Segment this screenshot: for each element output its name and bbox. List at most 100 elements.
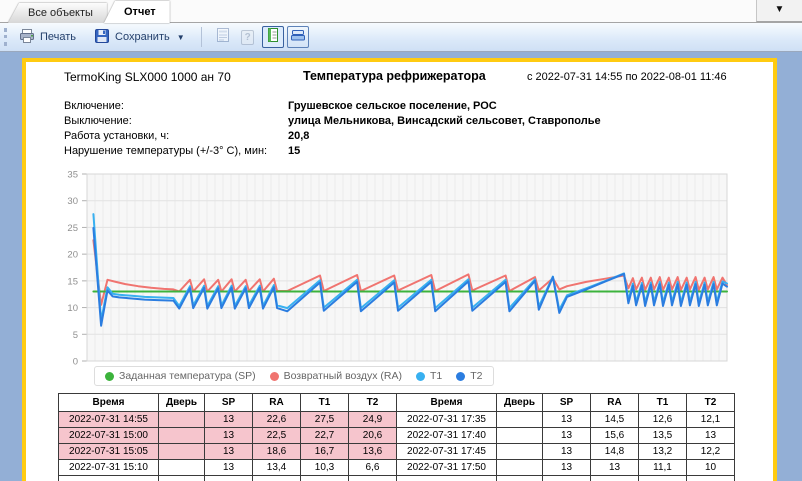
info-row-on: Включение:Грушевское сельское поселение,… (64, 100, 497, 112)
table-cell: 24,9 (349, 412, 397, 428)
stacked-pages-icon (290, 27, 306, 48)
legend-item: Возвратный воздух (RA) (270, 370, 402, 382)
table-header-cell: SP (205, 394, 253, 412)
table-cell (301, 476, 349, 481)
table-cell: 15,6 (591, 428, 639, 444)
report-settings-button[interactable] (212, 26, 234, 48)
tab-all-objects-label: Все объекты (8, 3, 107, 23)
table-cell: 12,2 (687, 444, 735, 460)
y-axis-tick-label: 5 (73, 330, 78, 341)
table-header-cell: RA (253, 394, 301, 412)
table-cell: 2022-07-31 17:40 (397, 428, 497, 444)
table-header-cell: RA (591, 394, 639, 412)
table-row: 2022-07-31 15:101313,410,36,62022-07-31 … (59, 460, 735, 476)
info-label: Работа установки, ч: (64, 130, 288, 142)
table-cell: 13 (543, 460, 591, 476)
help-button[interactable]: ? (237, 26, 259, 48)
legend-label: Заданная температура (SP) (119, 370, 256, 382)
table-row: 2022-07-31 14:551322,627,524,92022-07-31… (59, 412, 735, 428)
legend-item: T2 (456, 370, 482, 382)
tab-report[interactable]: Отчет (104, 1, 170, 23)
tab-report-label: Отчет (104, 1, 170, 23)
table-cell: 13 (205, 412, 253, 428)
legend-label: Возвратный воздух (RA) (284, 370, 402, 382)
table-cell: 2022-07-31 15:00 (59, 428, 159, 444)
chart-legend: Заданная температура (SP) Возвратный возд… (94, 366, 494, 386)
table-cell: 12,6 (639, 412, 687, 428)
printer-icon (19, 28, 35, 47)
table-row: 2022-07-31 15:001322,522,720,62022-07-31… (59, 428, 735, 444)
table-row (59, 476, 735, 481)
table-cell (253, 476, 301, 481)
y-axis-tick-label: 30 (67, 196, 78, 207)
device-name: TermoKing SLX000 1000 ан 70 (64, 70, 231, 84)
table-cell: 10 (687, 460, 735, 476)
tab-overflow-button[interactable]: ▼ (756, 0, 802, 22)
info-row-worktime: Работа установки, ч:20,8 (64, 130, 309, 142)
table-header-cell: SP (543, 394, 591, 412)
table-cell: 13 (591, 460, 639, 476)
table-cell (205, 476, 253, 481)
info-value: 15 (288, 145, 300, 157)
table-cell: 13 (543, 428, 591, 444)
table-cell: 13 (543, 412, 591, 428)
table-cell (397, 476, 497, 481)
info-value: улица Мельникова, Винсадский сельсовет, … (288, 115, 601, 127)
table-cell: 22,7 (301, 428, 349, 444)
table-cell (159, 444, 205, 460)
y-axis-tick-label: 10 (67, 303, 78, 314)
table-cell: 16,7 (301, 444, 349, 460)
table-cell (159, 412, 205, 428)
form-icon (215, 27, 231, 48)
save-button[interactable]: Сохранить ▼ (88, 25, 191, 50)
table-cell (159, 428, 205, 444)
table-cell (349, 476, 397, 481)
save-button-label: Сохранить (115, 31, 170, 43)
table-cell: 22,6 (253, 412, 301, 428)
legend-item: Заданная температура (SP) (105, 370, 256, 382)
table-header-cell: T2 (687, 394, 735, 412)
info-value: Грушевское сельское поселение, РОС (288, 100, 497, 112)
save-floppy-icon (94, 28, 110, 47)
y-axis-tick-label: 15 (67, 276, 78, 287)
table-cell: 2022-07-31 17:45 (397, 444, 497, 460)
table-cell (591, 476, 639, 481)
table-cell: 13 (543, 444, 591, 460)
report-table: ВремяДверьSPRAT1T2ВремяДверьSPRAT1T2 202… (58, 393, 735, 481)
toolbar: Печать Сохранить ▼ (0, 23, 802, 52)
table-cell: 20,6 (349, 428, 397, 444)
y-axis-tick-label: 25 (67, 223, 78, 234)
table-header-cell: Дверь (497, 394, 543, 412)
table-cell: 11,1 (639, 460, 687, 476)
report-page: TermoKing SLX000 1000 ан 70 Температура … (22, 58, 777, 481)
table-cell (543, 476, 591, 481)
table-cell: 27,5 (301, 412, 349, 428)
table-header-cell: Время (397, 394, 497, 412)
info-row-violation: Нарушение температуры (+/-3° С), мин:15 (64, 145, 300, 157)
table-header-cell: Время (59, 394, 159, 412)
table-cell: 2022-07-31 17:35 (397, 412, 497, 428)
save-dropdown-arrow[interactable]: ▼ (177, 33, 185, 42)
table-cell: 6,6 (349, 460, 397, 476)
table-header-cell: Дверь (159, 394, 205, 412)
table-cell: 13,2 (639, 444, 687, 460)
chevron-down-icon: ▼ (775, 4, 785, 15)
table-cell: 2022-07-31 15:05 (59, 444, 159, 460)
info-label: Нарушение температуры (+/-3° С), мин: (64, 145, 288, 157)
green-document-icon (265, 27, 281, 48)
table-cell: 12,1 (687, 412, 735, 428)
table-cell: 13 (687, 428, 735, 444)
table-cell: 10,3 (301, 460, 349, 476)
tab-all-objects[interactable]: Все объекты (8, 3, 107, 23)
page-title: Температура рефрижератора (303, 69, 486, 83)
table-cell: 13 (205, 460, 253, 476)
toolbar-separator (201, 27, 202, 47)
table-cell (639, 476, 687, 481)
toolbar-grip-handle[interactable] (4, 28, 7, 46)
table-cell: 2022-07-31 14:55 (59, 412, 159, 428)
portrait-view-toggle[interactable] (262, 26, 284, 48)
legend-label: T2 (470, 370, 482, 382)
table-cell: 13,6 (349, 444, 397, 460)
print-button[interactable]: Печать (13, 25, 82, 50)
landscape-view-toggle[interactable] (287, 26, 309, 48)
